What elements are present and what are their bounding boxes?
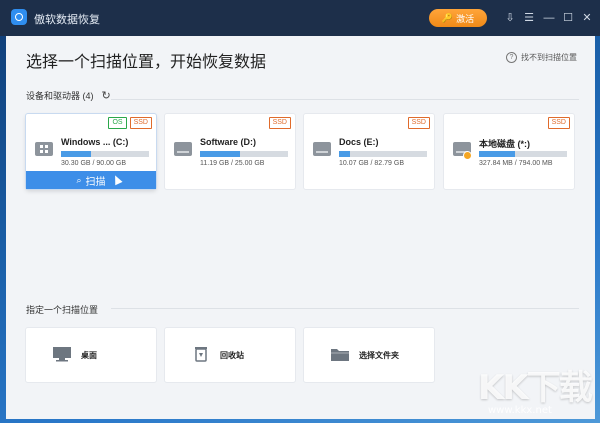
help-link-label: 找不到扫描位置 bbox=[521, 53, 577, 62]
os-badge: OS bbox=[108, 117, 127, 129]
warning-icon bbox=[463, 151, 472, 160]
divider bbox=[111, 308, 579, 309]
drive-badges: OS SSD bbox=[108, 117, 152, 129]
location-label: 选择文件夹 bbox=[359, 351, 399, 360]
watermark-url: www.kkx.net bbox=[488, 405, 552, 416]
maximize-icon[interactable]: ☐ bbox=[561, 11, 575, 25]
menu-icon[interactable]: ☰ bbox=[522, 11, 536, 25]
scan-button[interactable]: ⌕ 扫描 bbox=[26, 171, 156, 189]
drive-size: 11.19 GB / 25.00 GB bbox=[200, 160, 265, 167]
drive-size: 30.30 GB / 90.00 GB bbox=[61, 160, 126, 167]
divider bbox=[111, 99, 579, 100]
usage-bar bbox=[479, 151, 567, 157]
ssd-badge: SSD bbox=[547, 117, 570, 129]
drive-badges: SSD bbox=[407, 117, 430, 129]
help-link[interactable]: ? 找不到扫描位置 bbox=[506, 52, 577, 63]
usage-bar bbox=[61, 151, 149, 157]
ssd-badge: SSD bbox=[129, 117, 152, 129]
usage-fill bbox=[200, 151, 240, 157]
drive-name: 本地磁盘 (*:) bbox=[479, 139, 530, 149]
location-label: 回收站 bbox=[220, 351, 244, 360]
ssd-badge: SSD bbox=[268, 117, 291, 129]
devices-header: 设备和驱动器 (4) ↻ bbox=[26, 89, 111, 102]
locations-header-label: 指定一个扫描位置 bbox=[26, 305, 99, 315]
location-desktop[interactable]: 桌面 bbox=[26, 328, 156, 382]
drive-card-e[interactable]: SSD Docs (E:) 10.07 GB / 82.79 GB bbox=[304, 114, 434, 189]
location-folder[interactable]: 选择文件夹 bbox=[304, 328, 434, 382]
usage-bar bbox=[200, 151, 288, 157]
drive-name: Software (D:) bbox=[200, 137, 256, 147]
drive-size: 327.84 MB / 794.00 MB bbox=[479, 160, 553, 167]
locations-header: 指定一个扫描位置 bbox=[26, 303, 98, 316]
drive-size: 10.07 GB / 82.79 GB bbox=[339, 160, 404, 167]
scan-icon: ⌕ bbox=[76, 174, 82, 185]
activate-label: 激活 bbox=[456, 13, 475, 24]
watermark-logo: KK下载 bbox=[478, 368, 593, 408]
drive-icon bbox=[313, 142, 331, 156]
mouse-cursor-icon bbox=[111, 173, 123, 186]
drive-card-local[interactable]: SSD 本地磁盘 (*:) 327.84 MB / 794.00 MB bbox=[444, 114, 574, 189]
drive-card-c[interactable]: OS SSD Windows ... (C:) 30.30 GB / 90.00… bbox=[26, 114, 156, 189]
drive-card-d[interactable]: SSD Software (D:) 11.19 GB / 25.00 GB bbox=[165, 114, 295, 189]
location-label: 桌面 bbox=[81, 351, 97, 360]
usage-fill bbox=[479, 151, 516, 157]
app-title: 傲软数据恢复 bbox=[34, 14, 100, 26]
close-icon[interactable]: ✕ bbox=[580, 11, 594, 25]
drive-badges: SSD bbox=[547, 117, 570, 129]
app-logo-icon bbox=[11, 9, 27, 25]
devices-header-label: 设备和驱动器 (4) bbox=[26, 91, 94, 101]
drive-name: Windows ... (C:) bbox=[61, 137, 129, 147]
drive-badges: SSD bbox=[268, 117, 291, 129]
usage-fill bbox=[339, 151, 350, 157]
title-bar: 傲软数据恢复 🔑 激活 ⇩ ☰ — ☐ ✕ bbox=[0, 0, 600, 36]
activate-button[interactable]: 🔑 激活 bbox=[429, 9, 487, 27]
refresh-icon[interactable]: ↻ bbox=[102, 89, 111, 102]
recycle-bin-icon bbox=[195, 347, 207, 362]
feedback-icon[interactable]: ⇩ bbox=[503, 11, 517, 25]
drive-icon bbox=[174, 142, 192, 156]
key-icon: 🔑 bbox=[441, 12, 454, 23]
location-recycle-bin[interactable]: 回收站 bbox=[165, 328, 295, 382]
folder-icon bbox=[331, 349, 349, 361]
page-title: 选择一个扫描位置，开始恢复数据 bbox=[26, 54, 267, 71]
usage-bar bbox=[339, 151, 427, 157]
scan-label: 扫描 bbox=[85, 176, 106, 188]
minimize-icon[interactable]: — bbox=[542, 11, 556, 25]
drive-name: Docs (E:) bbox=[339, 137, 379, 147]
question-icon: ? bbox=[506, 52, 517, 63]
windows-drive-icon bbox=[35, 142, 53, 156]
ssd-badge: SSD bbox=[407, 117, 430, 129]
usage-fill bbox=[61, 151, 91, 157]
desktop-icon bbox=[53, 347, 71, 362]
